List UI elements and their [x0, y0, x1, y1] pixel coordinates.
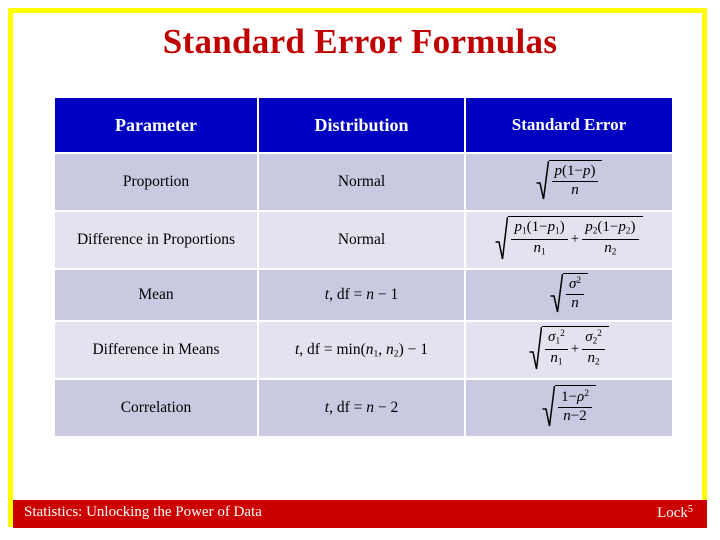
footer-author-name: Lock — [657, 505, 688, 522]
dist-df: df — [307, 340, 320, 358]
formula-diff-proportions-se: p1(1−p1) n1 + p2(1−p2) n2 — [495, 215, 643, 260]
cell-distribution: t, df = min(n1, n2) − 1 — [259, 322, 464, 378]
fraction-denominator: n — [571, 181, 579, 198]
column-header-distribution: Distribution — [259, 98, 464, 152]
fraction-numerator: σ2 — [565, 276, 585, 295]
cell-parameter: Difference in Means — [55, 322, 257, 378]
formula-diff-means-se: σ12 n1 + σ22 n2 — [529, 325, 609, 370]
fraction: σ12 n1 — [545, 329, 568, 368]
table-body: Proportion Normal p(1−p) n Difference in… — [55, 154, 672, 436]
radicand: p(1−p) n — [548, 159, 603, 200]
table-row: Correlation t, df = n − 2 1−ρ2 n−2 — [55, 380, 672, 436]
radicand: 1−ρ2 n−2 — [555, 384, 596, 427]
radical-sign: p(1−p) n — [536, 159, 603, 200]
fraction-denominator: n — [571, 294, 579, 311]
plus-operator: + — [570, 230, 580, 247]
cell-standard-error-formula: 1−ρ2 n−2 — [466, 380, 672, 436]
cell-standard-error-formula: σ2 n — [466, 270, 672, 320]
formula-correlation-se: 1−ρ2 n−2 — [542, 384, 596, 427]
dist-df: df — [336, 286, 350, 304]
fraction-numerator: p1(1−p1) — [511, 219, 568, 240]
fraction: p(1−p) n — [551, 163, 599, 199]
table-row: Difference in Means t, df = min(n1, n2) … — [55, 322, 672, 378]
radical-sign: σ2 n — [550, 272, 589, 313]
radical-hook-icon — [536, 160, 549, 200]
radical-sign: p1(1−p1) n1 + p2(1−p2) n2 — [495, 215, 643, 260]
dist-text: , — [329, 286, 337, 304]
cell-parameter: Mean — [55, 270, 257, 320]
table-row: Mean t, df = n − 1 σ2 n — [55, 270, 672, 320]
column-header-parameter: Parameter — [55, 98, 257, 152]
footer-book-title: Statistics: Unlocking the Power of Data — [24, 504, 262, 520]
column-header-standard-error: Standard Error — [466, 98, 672, 152]
cell-distribution: Normal — [259, 154, 464, 210]
fraction: p1(1−p1) n1 — [511, 219, 568, 258]
fraction-denominator: n1 — [533, 239, 546, 258]
fraction-denominator: n−2 — [563, 407, 587, 424]
fraction-numerator: 1−ρ2 — [558, 389, 592, 408]
formula-proportion-se: p(1−p) n — [536, 159, 603, 200]
fraction: p2(1−p2) n2 — [582, 219, 639, 258]
footer-author-superscript: 5 — [687, 504, 693, 515]
cell-standard-error-formula: σ12 n1 + σ22 n2 — [466, 322, 672, 378]
fraction-numerator: σ22 — [582, 329, 605, 350]
radical-hook-icon — [550, 273, 563, 313]
fraction: 1−ρ2 n−2 — [558, 389, 592, 425]
fraction-numerator: p2(1−p2) — [582, 219, 639, 240]
radical-hook-icon — [529, 326, 543, 370]
table-header-row: Parameter Distribution Standard Error — [55, 98, 672, 152]
radicand: σ2 n — [562, 272, 589, 313]
fraction: σ2 n — [565, 276, 585, 312]
cell-distribution: t, df = n − 2 — [259, 380, 464, 436]
cell-distribution: t, df = n − 1 — [259, 270, 464, 320]
radical-sign: σ12 n1 + σ22 n2 — [529, 325, 609, 370]
radicand: p1(1−p1) n1 + p2(1−p2) n2 — [508, 215, 643, 260]
formula-mean-se: σ2 n — [550, 272, 589, 313]
footer-author: Lock5 — [657, 504, 693, 522]
fraction-denominator: n2 — [604, 239, 617, 258]
cell-standard-error-formula: p1(1−p1) n1 + p2(1−p2) n2 — [466, 212, 672, 268]
cell-distribution: Normal — [259, 212, 464, 268]
fraction: σ22 n2 — [582, 329, 605, 368]
dist-df: df — [336, 399, 350, 417]
dist-n: n — [366, 286, 374, 304]
cell-parameter: Correlation — [55, 380, 257, 436]
table-header: Parameter Distribution Standard Error — [55, 98, 672, 152]
radical-sign: 1−ρ2 n−2 — [542, 384, 596, 427]
cell-parameter: Proportion — [55, 154, 257, 210]
dist-min: min — [336, 340, 361, 358]
cell-parameter: Difference in Proportions — [55, 212, 257, 268]
table-row: Difference in Proportions Normal p1(1−p1… — [55, 212, 672, 268]
standard-error-table-wrap: Parameter Distribution Standard Error Pr… — [53, 96, 672, 438]
table-row: Proportion Normal p(1−p) n — [55, 154, 672, 210]
slide-canvas: Standard Error Formulas Parameter Distri… — [0, 0, 720, 540]
fraction-numerator: p(1−p) — [551, 163, 599, 182]
fraction-denominator: n2 — [587, 349, 600, 368]
radical-hook-icon — [495, 216, 509, 260]
cell-standard-error-formula: p(1−p) n — [466, 154, 672, 210]
radical-hook-icon — [542, 385, 556, 427]
footer-bar: Statistics: Unlocking the Power of Data … — [13, 500, 707, 528]
page-title: Standard Error Formulas — [162, 22, 558, 61]
standard-error-table: Parameter Distribution Standard Error Pr… — [53, 96, 674, 438]
fraction-numerator: σ12 — [545, 329, 568, 350]
plus-operator: + — [570, 340, 580, 357]
radicand: σ12 n1 + σ22 n2 — [542, 325, 609, 370]
fraction-denominator: n1 — [550, 349, 563, 368]
